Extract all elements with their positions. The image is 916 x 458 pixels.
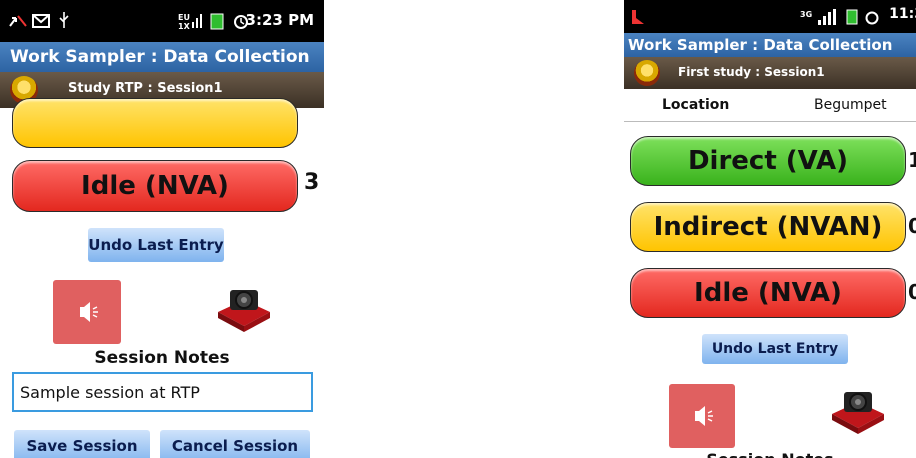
alarm-icon [865,11,879,25]
status-bar: EU 1X 3:23 PM [0,0,324,42]
idle-count: 0 [908,280,916,304]
undo-button-label: Undo Last Entry [711,341,839,357]
speaker-icon[interactable] [669,384,735,448]
status-time: 3:23 PM [245,11,314,29]
session-title: First study : Session1 [678,65,825,79]
save-session-button[interactable]: Save Session [14,430,150,458]
direct-button-label: Direct (VA) [687,146,849,176]
idle-button-label: Idle (NVA) [694,278,842,308]
app-logo-icon [634,60,660,86]
app-title-bar: Work Sampler : Data Collection [624,33,916,57]
mail-icon [32,14,50,28]
indirect-count: 0 [908,214,916,238]
undo-button-label: Undo Last Entry [88,236,224,254]
session-header: First study : Session1 [624,57,916,89]
app-notification-icon [632,10,644,24]
right-phone-screen: 3G 11:3 Work Sampler : Data Collection F… [624,0,916,458]
save-button-label: Save Session [26,437,138,455]
session-notes-label: Session Notes [94,348,230,368]
battery-icon [846,9,858,25]
svg-text:3G: 3G [800,10,812,19]
cancel-session-button[interactable]: Cancel Session [160,430,310,458]
missed-call-icon [9,15,27,27]
session-title: Study RTP : Session1 [68,81,223,96]
location-value: Begumpet [814,97,887,113]
svg-text:1X: 1X [178,22,191,30]
session-notes-field[interactable] [12,372,313,412]
camera-icon[interactable] [828,384,888,436]
undo-last-entry-button[interactable]: Undo Last Entry [702,334,848,364]
signal-icon: 3G [800,9,836,25]
camera-icon[interactable] [214,282,274,334]
session-notes-label: Session Notes [624,450,916,458]
app-title: Work Sampler : Data Collection [10,47,310,67]
indirect-button-label: Indirect (NVAN) [653,212,883,242]
location-label: Location [662,97,730,113]
speaker-icon[interactable] [53,280,121,344]
indirect-button[interactable]: Indirect (NVAN) [630,202,906,252]
status-bar: 3G 11:3 [624,0,916,33]
status-time: 11:3 [889,6,916,22]
idle-button-label: Idle (NVA) [81,171,229,201]
battery-icon [210,13,224,30]
direct-button[interactable]: Direct (VA) [630,136,906,186]
idle-button[interactable]: Idle (NVA) [12,160,298,212]
signal-icon: EU 1X [178,13,202,30]
app-title-bar: Work Sampler : Data Collection [0,42,324,72]
left-phone-screen: EU 1X 3:23 PM Work Sampler : Data Collec… [0,0,324,458]
location-row: Location Begumpet [624,89,916,122]
idle-button[interactable]: Idle (NVA) [630,268,906,318]
app-title: Work Sampler : Data Collection [628,36,893,54]
undo-last-entry-button[interactable]: Undo Last Entry [88,228,224,262]
indirect-button-partial[interactable] [12,98,298,148]
direct-count: 1 [908,148,916,172]
svg-text:EU: EU [178,13,190,22]
idle-count: 3 [304,170,320,195]
usb-icon [59,12,69,28]
cancel-button-label: Cancel Session [171,437,299,455]
